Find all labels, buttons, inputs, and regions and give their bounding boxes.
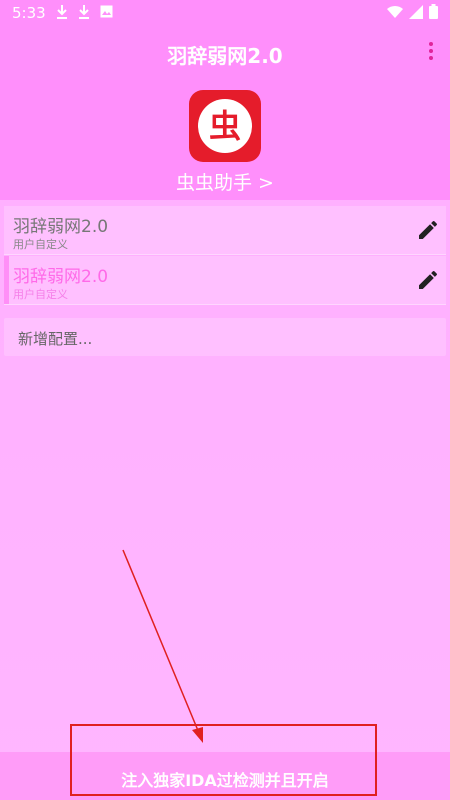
download-icon bbox=[79, 5, 89, 19]
selection-indicator bbox=[4, 256, 9, 304]
annotation-highlight-box bbox=[70, 724, 377, 796]
add-config-button[interactable]: 新增配置... bbox=[4, 318, 446, 356]
config-item-selected[interactable]: 羽辞弱网2.0 用户自定义 bbox=[4, 256, 446, 305]
helper-link[interactable]: 虫虫助手 > bbox=[0, 168, 450, 195]
config-subtitle: 用户自定义 bbox=[13, 238, 68, 251]
config-title: 羽辞弱网2.0 bbox=[13, 217, 109, 237]
wifi-icon bbox=[387, 5, 403, 18]
more-vert-icon[interactable] bbox=[428, 42, 434, 64]
signal-icon bbox=[409, 4, 423, 19]
add-config-label: 新增配置... bbox=[18, 330, 93, 348]
status-bar: 5:33 bbox=[0, 0, 450, 26]
download-icon bbox=[57, 5, 67, 19]
image-icon bbox=[100, 5, 113, 18]
logo-char: 虫 bbox=[209, 107, 241, 145]
app-logo[interactable]: 虫 bbox=[189, 90, 261, 162]
config-title: 羽辞弱网2.0 bbox=[13, 267, 109, 287]
notification-icons bbox=[56, 5, 113, 19]
edit-icon[interactable] bbox=[416, 218, 440, 242]
chongchong-logo-icon: 虫 bbox=[198, 99, 252, 153]
app-title: 羽辞弱网2.0 bbox=[167, 44, 283, 68]
config-item[interactable]: 羽辞弱网2.0 用户自定义 bbox=[4, 206, 446, 255]
system-icons bbox=[387, 4, 438, 19]
app-bar: 羽辞弱网2.0 bbox=[0, 26, 450, 78]
battery-icon bbox=[429, 4, 438, 19]
status-time: 5:33 bbox=[12, 4, 46, 22]
config-subtitle: 用户自定义 bbox=[13, 288, 68, 301]
edit-icon[interactable] bbox=[416, 268, 440, 292]
